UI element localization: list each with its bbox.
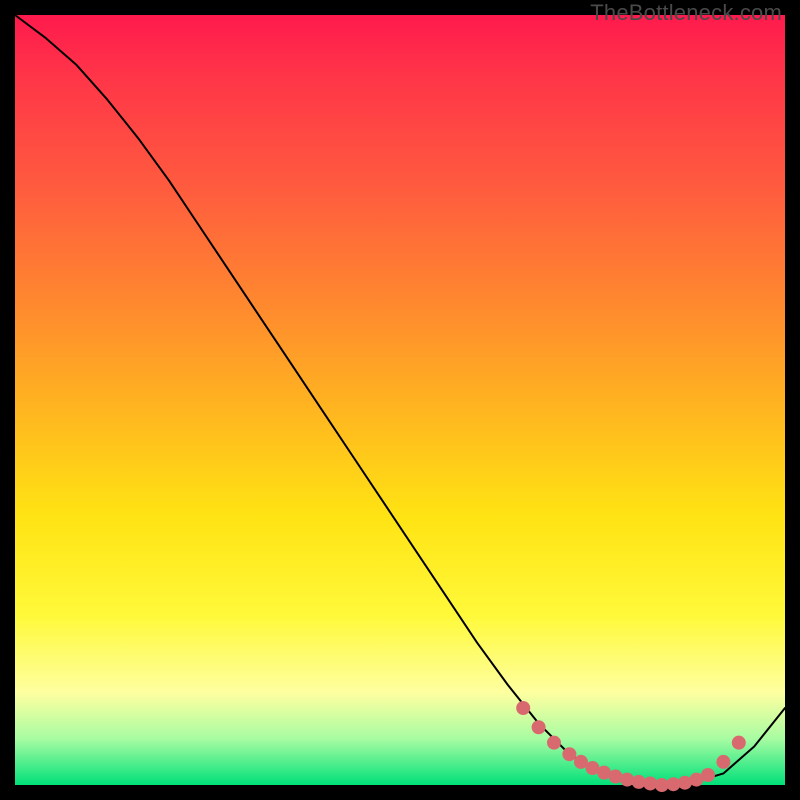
marker-dot — [516, 701, 530, 715]
curve-line — [15, 15, 785, 785]
marker-dot — [701, 768, 715, 782]
highlight-markers — [516, 701, 746, 792]
watermark-text: TheBottleneck.com — [590, 0, 782, 26]
marker-dot — [620, 773, 634, 787]
marker-dot — [732, 736, 746, 750]
chart-area — [15, 15, 785, 785]
marker-dot — [562, 747, 576, 761]
marker-dot — [547, 736, 561, 750]
chart-svg — [15, 15, 785, 785]
marker-dot — [716, 755, 730, 769]
marker-dot — [532, 720, 546, 734]
